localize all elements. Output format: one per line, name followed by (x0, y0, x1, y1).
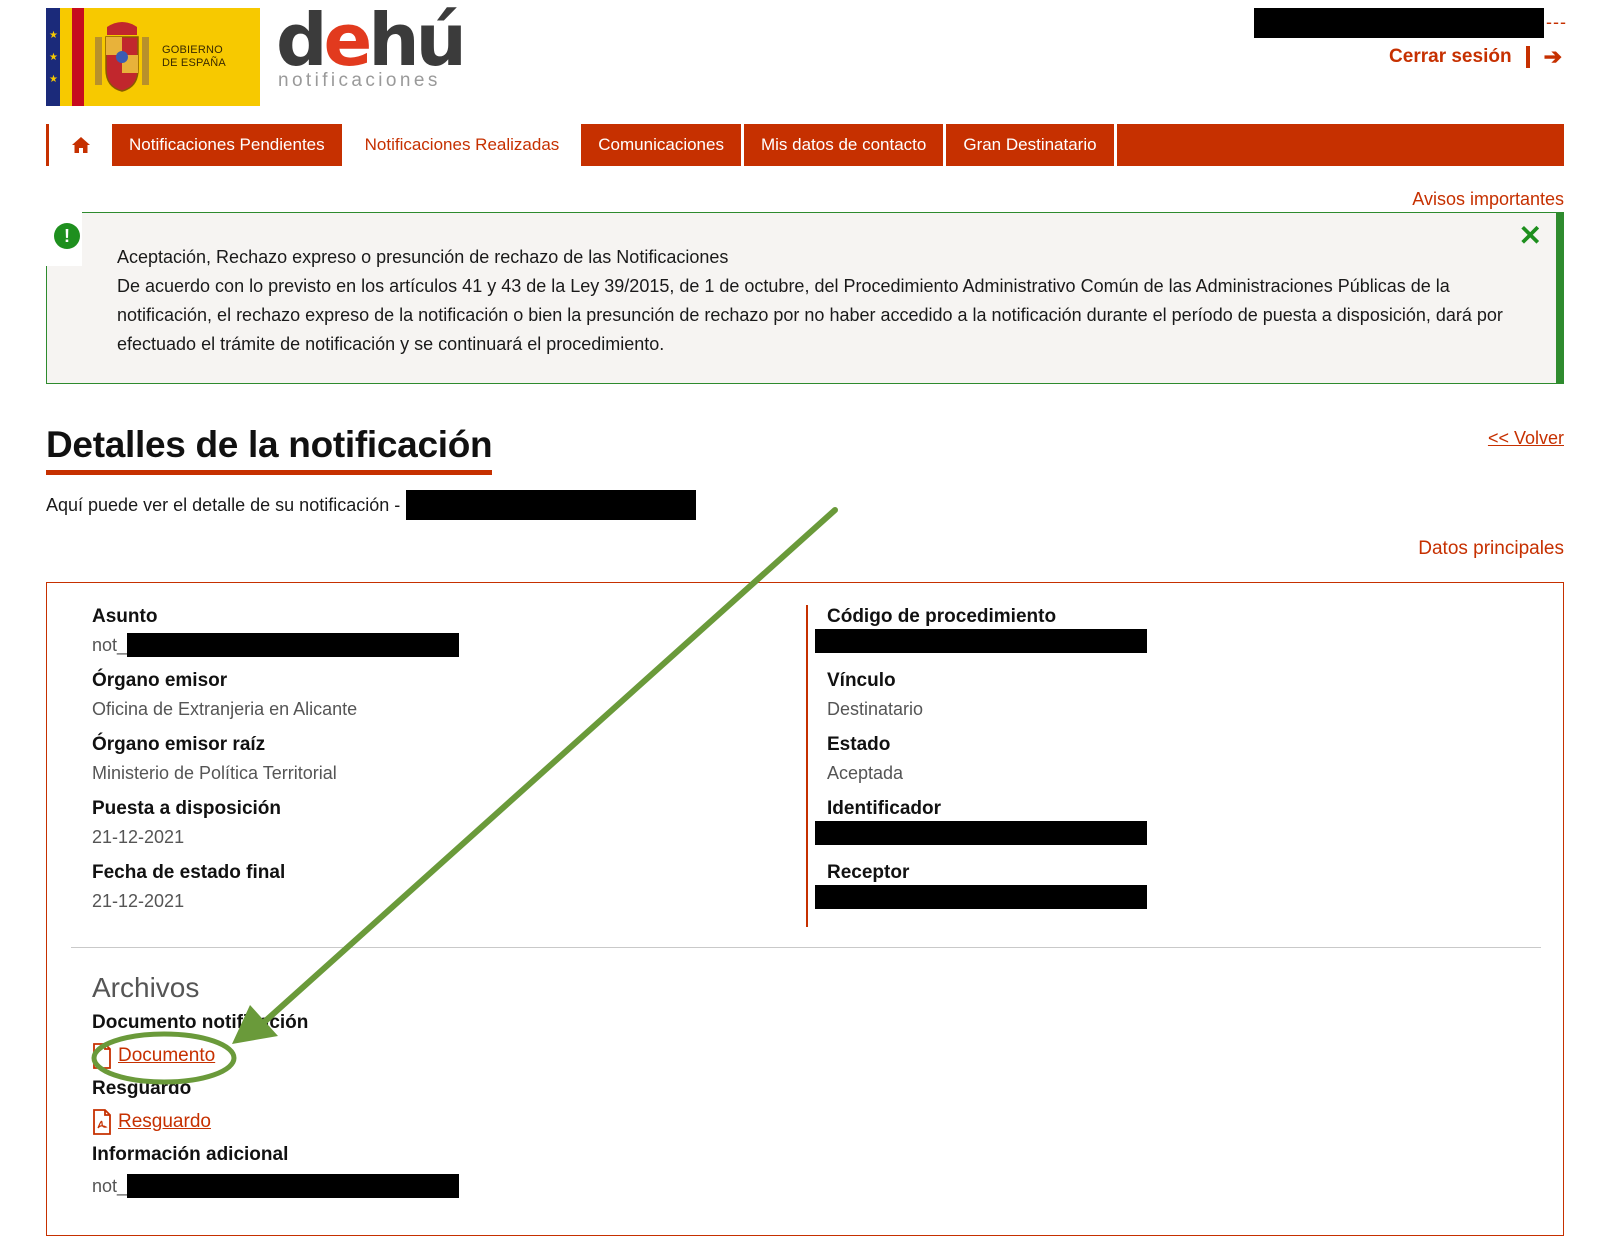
user-dashes: --- (1546, 12, 1567, 32)
close-icon[interactable]: ✕ (1519, 219, 1542, 252)
field-puesta-disposicion: Puesta a disposición 21-12-2021 (92, 797, 772, 861)
documento-link-row: Documento (92, 1035, 792, 1077)
main-nav: Notificaciones Pendientes Notificaciones… (46, 124, 1564, 166)
redacted-value (127, 1174, 460, 1198)
field-value (815, 821, 1507, 845)
redacted-value (815, 885, 1147, 909)
field-value: Ministerio de Política Territorial (92, 763, 337, 783)
archivos-section: Archivos Documento notificación Document… (92, 971, 792, 1205)
alert-text: Aceptación, Rechazo expreso o presunción… (117, 243, 1517, 359)
alert-panel: ! ✕ Aceptación, Rechazo expreso o presun… (46, 212, 1564, 384)
redacted-value (815, 629, 1147, 653)
nav-tab-gran-destinatario[interactable]: Gran Destinatario (946, 124, 1114, 166)
page-subtitle: Aquí puede ver el detalle de su notifica… (46, 490, 697, 520)
gobierno-espana-logo: ★ ★ ★ GOBIERNO DE ESPAÑA (46, 8, 260, 106)
field-vinculo: Vínculo Destinatario (827, 669, 1507, 733)
field-codigo-procedimiento: Código de procedimiento (815, 605, 1507, 669)
exclamation-icon: ! (54, 223, 80, 249)
field-label: Receptor (827, 862, 910, 883)
dehu-subtitle: notificaciones (278, 70, 441, 91)
pdf-file-icon (93, 1043, 111, 1069)
resguardo-label: Resguardo (92, 1078, 192, 1099)
field-label: Asunto (92, 606, 158, 627)
field-label: Fecha de estado final (92, 862, 286, 883)
coat-of-arms-icon (84, 8, 160, 106)
avisos-importantes-link[interactable]: Avisos importantes (1412, 189, 1564, 210)
details-right-column: Código de procedimiento Vínculo Destinat… (815, 605, 1507, 925)
alert-body: De acuerdo con lo previsto en los artícu… (117, 276, 1503, 354)
informacion-adicional-value: not_ (92, 1167, 792, 1205)
field-receptor: Receptor (815, 861, 1507, 925)
field-label: Puesta a disposición (92, 798, 281, 819)
dehu-brand: dehú (276, 0, 467, 82)
field-identificador: Identificador (815, 797, 1507, 861)
nav-tab-pendientes[interactable]: Notificaciones Pendientes (112, 124, 342, 166)
field-value (815, 885, 1507, 909)
field-value: 21-12-2021 (92, 891, 185, 911)
documento-notificacion-label: Documento notificación (92, 1012, 309, 1033)
redacted-value (127, 633, 460, 657)
nav-tab-comunicaciones[interactable]: Comunicaciones (581, 124, 741, 166)
field-value: Oficina de Extranjeria en Alicante (92, 699, 358, 719)
dehu-logo[interactable]: dehú notificaciones (276, 0, 467, 92)
field-label: Órgano emisor (92, 670, 228, 691)
arrow-right-icon: ➔ (1543, 44, 1562, 69)
nav-tab-realizadas[interactable]: Notificaciones Realizadas (344, 124, 580, 166)
field-organo-emisor-raiz: Órgano emisor raíz Ministerio de Polític… (92, 733, 772, 797)
page-title: Detalles de la notificación (46, 424, 493, 475)
redacted-user-name (1254, 8, 1544, 38)
field-label: Estado (827, 734, 891, 755)
resguardo-link-row: Resguardo (92, 1101, 792, 1143)
redacted-value (815, 821, 1147, 845)
field-label: Identificador (827, 798, 942, 819)
separator-bar (1525, 46, 1530, 68)
field-value (815, 629, 1507, 653)
field-label: Vínculo (827, 670, 896, 691)
details-left-column: Asunto not_ Órgano emisor Oficina de Ext… (92, 605, 772, 925)
nav-tab-datos-contacto[interactable]: Mis datos de contacto (743, 124, 944, 166)
logout-button[interactable]: Cerrar sesión ➔ (1389, 44, 1562, 70)
home-icon (71, 137, 90, 153)
gobierno-text: GOBIERNO DE ESPAÑA (162, 44, 226, 69)
section-label-datos-principales: Datos principales (1418, 538, 1564, 559)
field-asunto: Asunto not_ (92, 605, 772, 669)
documento-link[interactable]: Documento (118, 1045, 215, 1067)
resguardo-link[interactable]: Resguardo (118, 1111, 211, 1133)
field-organo-emisor: Órgano emisor Oficina de Extranjeria en … (92, 669, 772, 733)
subtitle-text: Aquí puede ver el detalle de su notifica… (46, 494, 401, 515)
field-fecha-estado-final: Fecha de estado final 21-12-2021 (92, 861, 772, 925)
logout-label: Cerrar sesión (1389, 46, 1512, 67)
field-label: Órgano emisor raíz (92, 734, 266, 755)
informacion-adicional-label: Información adicional (92, 1144, 289, 1165)
field-value: not_ (92, 629, 772, 661)
details-box: Asunto not_ Órgano emisor Oficina de Ext… (46, 582, 1564, 1236)
column-divider (806, 605, 808, 927)
field-value: Aceptada (827, 763, 904, 783)
field-label: Código de procedimiento (827, 606, 1057, 627)
field-value: 21-12-2021 (92, 827, 185, 847)
nav-fill (1116, 124, 1564, 166)
back-link[interactable]: << Volver (1488, 428, 1564, 449)
field-estado: Estado Aceptada (827, 733, 1507, 797)
flag-stripe: ★ ★ ★ (46, 8, 84, 106)
redacted-notification-id (406, 490, 697, 520)
nav-home[interactable] (46, 124, 112, 166)
alert-title: Aceptación, Rechazo expreso o presunción… (117, 247, 729, 267)
section-divider (71, 947, 1541, 948)
field-value: Destinatario (827, 699, 924, 719)
archivos-heading: Archivos (92, 972, 200, 1003)
pdf-file-icon (93, 1109, 111, 1135)
